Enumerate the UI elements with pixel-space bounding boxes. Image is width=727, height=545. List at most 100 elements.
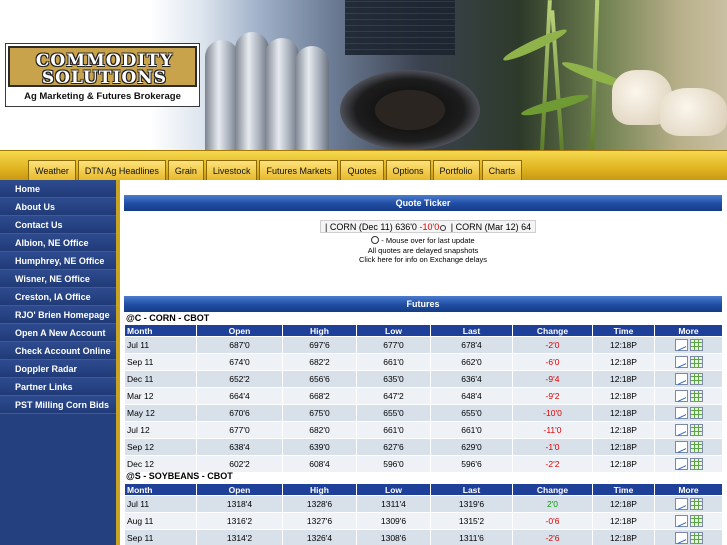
ticker-item-label[interactable]: CORN (Mar 12) 64 — [456, 222, 532, 232]
quotes-body-soybeans: Jul 11 1318'4 1328'6 1311'4 1319'6 2'0 12:18P A… — [124, 495, 723, 545]
table-row: Jul 11 687'0 697'6 677'0 678'4 -2'0 12:18P — [124, 336, 723, 354]
cell-high: 675'0 — [282, 404, 357, 422]
cell-change: -6'0 — [512, 353, 593, 371]
table-row: Mar 12 664'4 668'2 647'2 648'4 -9'2 12:18P — [124, 387, 723, 405]
table-chart-icon[interactable] — [689, 532, 703, 544]
sidebar-item-home[interactable]: Home — [0, 180, 116, 198]
table-chart-icon[interactable] — [689, 356, 703, 368]
nav-charts[interactable]: Charts — [481, 160, 523, 180]
cell-time: 12:18P — [592, 455, 655, 473]
header-banner: COMMODITY SOLUTIONS Ag Marketing & Futur… — [0, 0, 727, 150]
cell-open: 670'6 — [196, 404, 283, 422]
nav-portfolio[interactable]: Portfolio — [432, 160, 480, 180]
sidebar-item-doppler-radar[interactable]: Doppler Radar — [0, 360, 116, 378]
cell-low: 655'0 — [356, 404, 431, 422]
cell-last: 662'0 — [430, 353, 513, 371]
cell-time: 12:18P — [592, 353, 655, 371]
cell-low: 677'0 — [356, 336, 431, 354]
line-chart-icon[interactable] — [674, 458, 688, 470]
cell-low: 647'2 — [356, 387, 431, 405]
sidebar-item-pst-milling-corn-bids[interactable]: PST Milling Corn Bids — [0, 396, 116, 414]
cell-more — [654, 512, 723, 530]
table-row: Dec 11 652'2 656'6 635'0 636'4 -9'4 12:18P — [124, 370, 723, 388]
sidebar-item-creston-office[interactable]: Creston, IA Office — [0, 288, 116, 306]
table-chart-icon[interactable] — [689, 390, 703, 402]
column-header-more: More — [654, 324, 723, 337]
line-chart-icon[interactable] — [674, 498, 688, 510]
line-chart-icon[interactable] — [674, 407, 688, 419]
sidebar-item-about-us[interactable]: About Us — [0, 198, 116, 216]
nav-quotes[interactable]: Quotes — [340, 160, 384, 180]
ticker-note-delayed: All quotes are delayed snapshots — [367, 246, 479, 255]
ticker-item-label[interactable]: CORN (Dec 11) 636'0 — [330, 222, 417, 232]
futures-header: Futures — [124, 296, 722, 312]
quote-ticker[interactable]: | CORN (Dec 11) 636'0 -10'0 | CORN (Mar … — [320, 220, 537, 233]
sidebar-item-albion-office[interactable]: Albion, NE Office — [0, 234, 116, 252]
sidebar-item-humphrey-office[interactable]: Humphrey, NE Office — [0, 252, 116, 270]
cell-last: 1319'6 — [430, 495, 513, 513]
column-header-last: Last — [430, 483, 513, 496]
line-chart-icon[interactable] — [674, 339, 688, 351]
logo-tagline: Ag Marketing & Futures Brokerage — [24, 91, 181, 102]
line-chart-icon[interactable] — [674, 356, 688, 368]
clock-icon[interactable] — [440, 225, 447, 231]
trading-pit-image — [340, 70, 480, 150]
sidebar-item-check-account[interactable]: Check Account Online — [0, 342, 116, 360]
table-chart-icon[interactable] — [689, 441, 703, 453]
cell-change: -9'4 — [512, 370, 593, 388]
column-header-change: Change — [512, 483, 593, 496]
cell-open: 638'4 — [196, 438, 283, 456]
cell-open: 1316'2 — [196, 512, 283, 530]
sidebar-item-rjo-brien-homepage[interactable]: RJO' Brien Homepage — [0, 306, 116, 324]
company-logo[interactable]: COMMODITY SOLUTIONS Ag Marketing & Futur… — [5, 43, 200, 107]
cell-time: 12:18P — [592, 529, 655, 545]
cell-more — [654, 455, 723, 473]
line-chart-icon[interactable] — [674, 373, 688, 385]
cell-time: 12:18P — [592, 438, 655, 456]
nav-futures-markets[interactable]: Futures Markets — [259, 160, 339, 180]
cell-open: 674'0 — [196, 353, 283, 371]
table-chart-icon[interactable] — [689, 339, 703, 351]
quotes-body-corn: Jul 11 687'0 697'6 677'0 678'4 -2'0 12:18P Sep … — [124, 336, 723, 473]
cell-last: 629'0 — [430, 438, 513, 456]
cell-high: 608'4 — [282, 455, 357, 473]
cow-image — [660, 88, 727, 136]
top-nav-bar: Weather DTN Ag Headlines Grain Livestock… — [0, 150, 727, 180]
table-chart-icon[interactable] — [689, 407, 703, 419]
line-chart-icon[interactable] — [674, 532, 688, 544]
table-chart-icon[interactable] — [689, 373, 703, 385]
cell-low: 1308'6 — [356, 529, 431, 545]
nav-livestock[interactable]: Livestock — [205, 160, 258, 180]
nav-options[interactable]: Options — [385, 160, 431, 180]
table-row: Jul 11 1318'4 1328'6 1311'4 1319'6 2'0 12:18P — [124, 495, 723, 513]
sidebar-item-partner-links[interactable]: Partner Links — [0, 378, 116, 396]
table-chart-icon[interactable] — [689, 515, 703, 527]
sidebar-item-open-account[interactable]: Open A New Account — [0, 324, 116, 342]
line-chart-icon[interactable] — [674, 441, 688, 453]
table-header-row: Month Open High Low Last Change Time Mor… — [124, 324, 723, 337]
ticker-note-exchange-delays[interactable]: Click here for info on Exchange delays — [124, 255, 722, 264]
line-chart-icon[interactable] — [674, 390, 688, 402]
cell-month: Jul 12 — [124, 421, 197, 439]
nav-grain[interactable]: Grain — [167, 160, 204, 180]
ticker-separator: | — [450, 222, 454, 232]
table-chart-icon[interactable] — [689, 498, 703, 510]
table-chart-icon[interactable] — [689, 424, 703, 436]
line-chart-icon[interactable] — [674, 424, 688, 436]
cell-high: 697'6 — [282, 336, 357, 354]
cell-more — [654, 387, 723, 405]
cell-change: -1'0 — [512, 438, 593, 456]
table-row: Jul 12 677'0 682'0 661'0 661'0 -11'0 12:18P — [124, 421, 723, 439]
sidebar-item-contact-us[interactable]: Contact Us — [0, 216, 116, 234]
column-header-low: Low — [356, 483, 431, 496]
sidebar-item-wisner-office[interactable]: Wisner, NE Office — [0, 270, 116, 288]
nav-weather[interactable]: Weather — [28, 160, 76, 180]
nav-dtn-ag-headlines[interactable]: DTN Ag Headlines — [77, 160, 166, 180]
table-chart-icon[interactable] — [689, 458, 703, 470]
cell-month: Sep 11 — [124, 529, 197, 545]
cell-open: 602'2 — [196, 455, 283, 473]
table-row: Dec 12 602'2 608'4 596'0 596'6 -2'2 12:18P — [124, 455, 723, 473]
cell-last: 596'6 — [430, 455, 513, 473]
line-chart-icon[interactable] — [674, 515, 688, 527]
main-content: Quote Ticker | CORN (Dec 11) 636'0 -10'0… — [124, 180, 727, 545]
